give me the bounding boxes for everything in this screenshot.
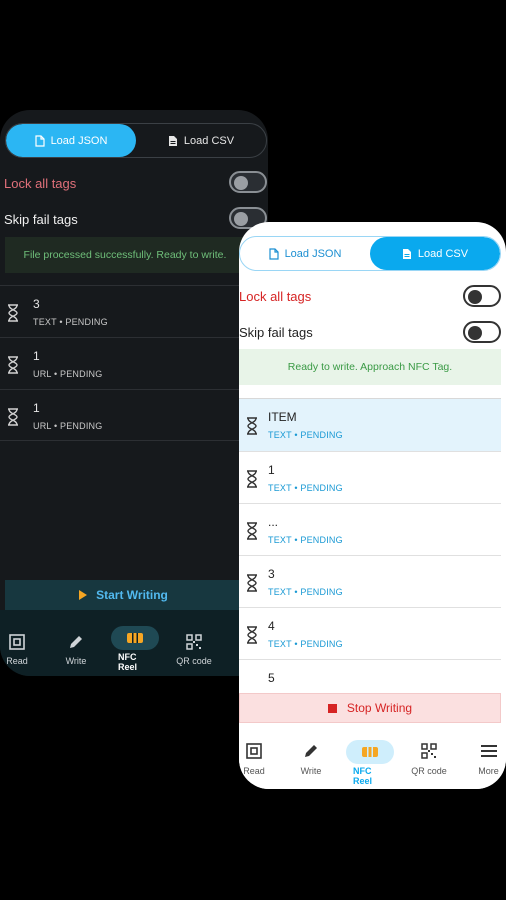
csv-file-icon	[168, 135, 177, 146]
nav-qr-code[interactable]: QR code	[152, 610, 236, 676]
stop-icon	[327, 703, 337, 713]
nav-qr-code[interactable]: QR code	[387, 727, 471, 789]
skip-fail-tags-switch[interactable]	[463, 321, 501, 343]
bottom-nav: Read Write NFC Reel QR code	[0, 610, 268, 676]
item-title: 3	[268, 567, 275, 581]
item-title: ...	[268, 515, 279, 529]
item-subtitle: TEXT • PENDING	[268, 535, 343, 545]
load-json-label: Load JSON	[284, 247, 342, 260]
nav-write[interactable]: Write	[269, 727, 353, 789]
load-source-toggle: Load JSON Load CSV	[239, 236, 501, 271]
item-subtitle: URL • PENDING	[33, 369, 103, 379]
nav-more[interactable]: More	[471, 727, 506, 789]
nav-nfc-reel-label: NFC Reel	[118, 652, 138, 672]
play-icon	[79, 590, 88, 600]
nav-more-label: More	[478, 766, 499, 776]
nav-nfc-reel[interactable]: NFC Reel	[111, 610, 159, 676]
load-json-label: Load JSON	[50, 134, 108, 147]
status-message: File processed successfully. Ready to wr…	[5, 237, 245, 273]
skip-fail-tags-label: Skip fail tags	[4, 212, 78, 227]
item-subtitle: TEXT • PENDING	[268, 639, 343, 649]
nav-write-label: Write	[300, 766, 322, 776]
switch-knob	[468, 326, 482, 340]
list-item[interactable]: 5	[239, 660, 501, 686]
pencil-icon	[300, 740, 322, 762]
nav-write[interactable]: Write	[34, 610, 118, 676]
nav-read-label: Read	[243, 766, 265, 776]
item-title: ITEM	[268, 410, 297, 424]
switch-knob	[234, 176, 248, 190]
item-title: 4	[268, 619, 275, 633]
load-source-toggle: Load JSON Load CSV	[5, 123, 267, 158]
hourglass-icon	[8, 356, 18, 374]
bottom-nav: Read Write NFC Reel QR code More	[239, 727, 506, 789]
file-icon	[268, 247, 279, 260]
load-csv-tab[interactable]: Load CSV	[370, 237, 500, 270]
hourglass-icon	[247, 574, 257, 592]
nav-qr-code-label: QR code	[176, 656, 212, 666]
list-item[interactable]: ... TEXT • PENDING	[239, 504, 501, 556]
item-list: ITEM TEXT • PENDING 1 TEXT • PENDING ...…	[239, 398, 501, 686]
dark-phone-screen: Load JSON Load CSV Lock all tags Skip fa…	[0, 110, 268, 676]
load-csv-label: Load CSV	[183, 134, 235, 147]
nav-qr-code-label: QR code	[411, 766, 447, 776]
load-csv-label: Load CSV	[417, 247, 469, 260]
item-title: 3	[33, 297, 40, 311]
list-item[interactable]: 4 TEXT • PENDING	[239, 608, 501, 660]
lock-all-tags-label: Lock all tags	[239, 289, 312, 304]
hourglass-icon	[247, 626, 257, 644]
list-item[interactable]: 1 TEXT • PENDING	[239, 452, 501, 504]
switch-knob	[234, 212, 248, 226]
qr-code-icon	[183, 631, 205, 653]
stop-writing-label: Stop Writing	[346, 701, 413, 715]
nfc-reel-icon	[124, 627, 146, 649]
item-subtitle: TEXT • PENDING	[268, 430, 343, 440]
nav-read[interactable]: Read	[0, 610, 34, 676]
list-item[interactable]: ITEM TEXT • PENDING	[239, 399, 501, 452]
switch-knob	[468, 290, 482, 304]
stop-writing-button[interactable]: Stop Writing	[239, 693, 501, 723]
list-item[interactable]: 1 URL • PENDING	[0, 389, 268, 441]
file-icon	[34, 134, 45, 147]
item-subtitle: TEXT • PENDING	[33, 317, 108, 327]
skip-fail-tags-label: Skip fail tags	[239, 325, 313, 340]
hourglass-icon	[247, 470, 257, 488]
item-subtitle: TEXT • PENDING	[268, 483, 343, 493]
nfc-reel-icon	[359, 741, 381, 763]
menu-icon	[478, 740, 500, 762]
qr-code-icon	[418, 740, 440, 762]
hourglass-icon	[8, 408, 18, 426]
status-message: Ready to write. Approach NFC Tag.	[239, 349, 501, 385]
load-json-tab[interactable]: Load JSON	[6, 124, 136, 157]
start-writing-label: Start Writing	[96, 588, 168, 602]
nfc-read-icon	[6, 631, 28, 653]
lock-all-tags-switch[interactable]	[463, 285, 501, 307]
nav-read[interactable]: Read	[239, 727, 269, 789]
list-item[interactable]: 1 URL • PENDING	[0, 337, 268, 389]
nav-nfc-reel[interactable]: NFC Reel	[346, 727, 394, 789]
nav-nfc-reel-label: NFC Reel	[353, 766, 373, 786]
hourglass-icon	[8, 304, 18, 322]
pencil-icon	[65, 631, 87, 653]
lock-all-tags-switch[interactable]	[229, 171, 267, 193]
start-writing-button[interactable]: Start Writing	[5, 580, 241, 610]
hourglass-icon	[247, 522, 257, 540]
item-subtitle: URL • PENDING	[33, 421, 103, 431]
light-phone-screen: Load JSON Load CSV Lock all tags Skip fa…	[239, 222, 506, 789]
item-title: 1	[33, 349, 40, 363]
nfc-read-icon	[243, 740, 265, 762]
item-subtitle: TEXT • PENDING	[268, 587, 343, 597]
list-item[interactable]: 3 TEXT • PENDING	[239, 556, 501, 608]
load-csv-tab[interactable]: Load CSV	[136, 124, 266, 157]
item-title: 1	[33, 401, 40, 415]
nav-read-label: Read	[6, 656, 28, 666]
hourglass-icon	[247, 417, 257, 435]
csv-file-icon	[402, 248, 411, 259]
list-item[interactable]: 3 TEXT • PENDING	[0, 285, 268, 337]
lock-all-tags-label: Lock all tags	[4, 176, 77, 191]
item-title: 5	[268, 671, 275, 685]
load-json-tab[interactable]: Load JSON	[240, 237, 370, 270]
item-title: 1	[268, 463, 275, 477]
nav-write-label: Write	[65, 656, 87, 666]
